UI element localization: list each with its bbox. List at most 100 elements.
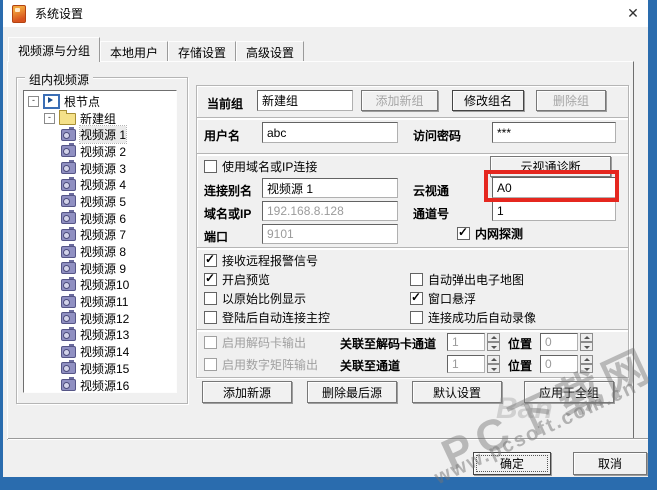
checkbox-label: 登陆后自动连接主控: [222, 311, 331, 325]
spinner-up-icon[interactable]: [487, 333, 500, 342]
tree-row-source[interactable]: 视频源 5: [24, 193, 176, 210]
spinner-value[interactable]: 1: [447, 355, 485, 373]
tab-video-sources[interactable]: 视频源与分组: [8, 37, 101, 62]
tree-row-source[interactable]: 视频源13: [24, 326, 176, 344]
use-domain-ip-checkbox[interactable]: 使用域名或IP连接: [204, 158, 317, 175]
window-float-checkbox[interactable]: 窗口悬浮: [410, 290, 476, 307]
tree-row-source[interactable]: 视频源15: [24, 360, 176, 377]
checkbox-box: [410, 290, 423, 305]
ok-button[interactable]: 确定: [473, 452, 551, 475]
tree-item-label[interactable]: 视频源 8: [80, 243, 126, 260]
tree-item-label[interactable]: 视频源15: [80, 360, 129, 377]
tree-row-source[interactable]: 视频源 9: [24, 260, 176, 277]
delete-last-source-button[interactable]: 删除最后源: [307, 381, 397, 403]
channel-input[interactable]: 1: [492, 201, 616, 221]
rename-group-button[interactable]: 修改组名: [452, 90, 524, 111]
checkbox-label: 启用数字矩阵输出: [222, 358, 319, 372]
add-group-button[interactable]: 添加新组: [361, 90, 438, 111]
remote-alarm-checkbox[interactable]: 接收远程报警信号: [204, 252, 318, 269]
tree-row-source[interactable]: 视频源16: [24, 377, 176, 392]
spinner-up-icon[interactable]: [580, 333, 593, 342]
spinner-down-icon[interactable]: [487, 342, 500, 351]
close-icon[interactable]: ✕: [618, 0, 648, 27]
default-settings-button[interactable]: 默认设置: [412, 381, 502, 403]
matrix-position-label: 位置: [508, 359, 533, 373]
tree-row-source[interactable]: 视频源 3: [24, 160, 176, 177]
apply-to-group-button[interactable]: 应用于全组: [524, 381, 614, 403]
tree-item-label[interactable]: 视频源10: [80, 276, 129, 293]
tree-item-label[interactable]: 视频源13: [80, 326, 129, 343]
spinner-value[interactable]: 0: [540, 333, 578, 351]
password-input[interactable]: ***: [492, 122, 616, 143]
tree-row-source[interactable]: 视频源10: [24, 276, 176, 294]
tree-item-label[interactable]: 视频源 5: [80, 193, 126, 210]
tree-row-source[interactable]: 视频源 7: [24, 226, 176, 244]
auto-record-checkbox[interactable]: 连接成功后自动录像: [410, 309, 536, 326]
tree-item-label[interactable]: 视频源 9: [80, 260, 126, 277]
tree-item-label[interactable]: 视频源12: [80, 310, 129, 327]
username-input[interactable]: abc: [262, 122, 398, 143]
spinner-down-icon[interactable]: [580, 364, 593, 373]
tree-row-source[interactable]: 视频源 4: [24, 176, 176, 193]
intranet-detect-checkbox[interactable]: 内网探测: [457, 225, 523, 242]
enable-preview-checkbox[interactable]: 开启预览: [204, 271, 270, 288]
camera-icon: [61, 276, 76, 291]
tab-advanced-settings[interactable]: 高级设置: [236, 41, 305, 62]
alias-input[interactable]: 视频源 1: [262, 178, 398, 198]
checkbox-box: [204, 252, 217, 267]
domain-ip-input[interactable]: 192.168.8.128: [262, 201, 398, 221]
group-folder-icon: [59, 110, 76, 126]
tab-local-users[interactable]: 本地用户: [100, 41, 169, 62]
tree-row-source[interactable]: 视频源 1: [24, 125, 176, 145]
tree-item-label[interactable]: 视频源14: [80, 343, 129, 360]
decoder-position-spinner[interactable]: 0: [540, 333, 593, 351]
tree-item-label[interactable]: 视频源 6: [80, 210, 126, 227]
decoder-channel-spinner[interactable]: 1: [447, 333, 500, 351]
tree-item-label[interactable]: 视频源 3: [80, 160, 126, 177]
tree-row-source[interactable]: 视频源 8: [24, 243, 176, 260]
title-bar[interactable]: 系统设置 ✕: [3, 0, 648, 27]
checkbox-box: [410, 273, 423, 286]
cancel-button[interactable]: 取消: [573, 452, 647, 475]
channel-label: 通道号: [413, 207, 450, 221]
matrix-channel-spinner[interactable]: 1: [447, 355, 500, 373]
tree-root-label[interactable]: 根节点: [64, 93, 100, 110]
delete-group-button[interactable]: 删除组: [536, 90, 606, 111]
checkbox-label: 连接成功后自动录像: [428, 311, 537, 325]
tab-storage-settings[interactable]: 存储设置: [168, 41, 237, 62]
tree-item-label[interactable]: 视频源 1: [78, 125, 128, 145]
current-group-input[interactable]: 新建组: [257, 90, 353, 111]
root-node-icon: [43, 93, 60, 109]
tree-row-source[interactable]: 视频源 2: [24, 143, 176, 160]
matrix-position-spinner[interactable]: 0: [540, 355, 593, 373]
spinner-down-icon[interactable]: [487, 364, 500, 373]
video-source-tree[interactable]: - 根节点 - 新建组 视频源 1 视频源 2 视频源 3 视频源 4 视频源 …: [23, 90, 177, 393]
tree-item-label[interactable]: 视频源 2: [80, 143, 126, 160]
tree-item-label[interactable]: 视频源 7: [80, 226, 126, 243]
auto-popup-emap-checkbox[interactable]: 自动弹出电子地图: [410, 271, 524, 288]
tree-row-source[interactable]: 视频源11: [24, 293, 176, 310]
tree-item-label[interactable]: 视频源 4: [80, 176, 126, 193]
collapse-icon[interactable]: -: [28, 95, 39, 107]
tree-row-source[interactable]: 视频源12: [24, 310, 176, 327]
tree-item-label[interactable]: 视频源16: [80, 377, 129, 392]
auto-connect-master-checkbox[interactable]: 登陆后自动连接主控: [204, 309, 330, 326]
spinner-down-icon[interactable]: [580, 342, 593, 351]
port-input[interactable]: 9101: [262, 224, 398, 244]
original-ratio-checkbox[interactable]: 以原始比例显示: [204, 290, 306, 307]
tree-group-label[interactable]: 新建组: [80, 110, 116, 127]
spinner-up-icon[interactable]: [580, 355, 593, 364]
spinner-value[interactable]: 0: [540, 355, 578, 373]
tree-row-group[interactable]: - 新建组: [24, 110, 176, 127]
checkbox-label: 使用域名或IP连接: [222, 160, 318, 174]
spinner-value[interactable]: 1: [447, 333, 485, 351]
tree-row-root[interactable]: - 根节点: [24, 93, 176, 110]
add-source-button[interactable]: 添加新源: [202, 381, 292, 403]
decoder-card-output-checkbox[interactable]: 启用解码卡输出: [204, 334, 306, 351]
tree-row-source[interactable]: 视频源 6: [24, 210, 176, 227]
tree-item-label[interactable]: 视频源11: [80, 293, 128, 310]
tree-row-source[interactable]: 视频源14: [24, 343, 176, 360]
spinner-up-icon[interactable]: [487, 355, 500, 364]
digital-matrix-output-checkbox[interactable]: 启用数字矩阵输出: [204, 356, 318, 373]
collapse-icon[interactable]: -: [44, 112, 55, 124]
